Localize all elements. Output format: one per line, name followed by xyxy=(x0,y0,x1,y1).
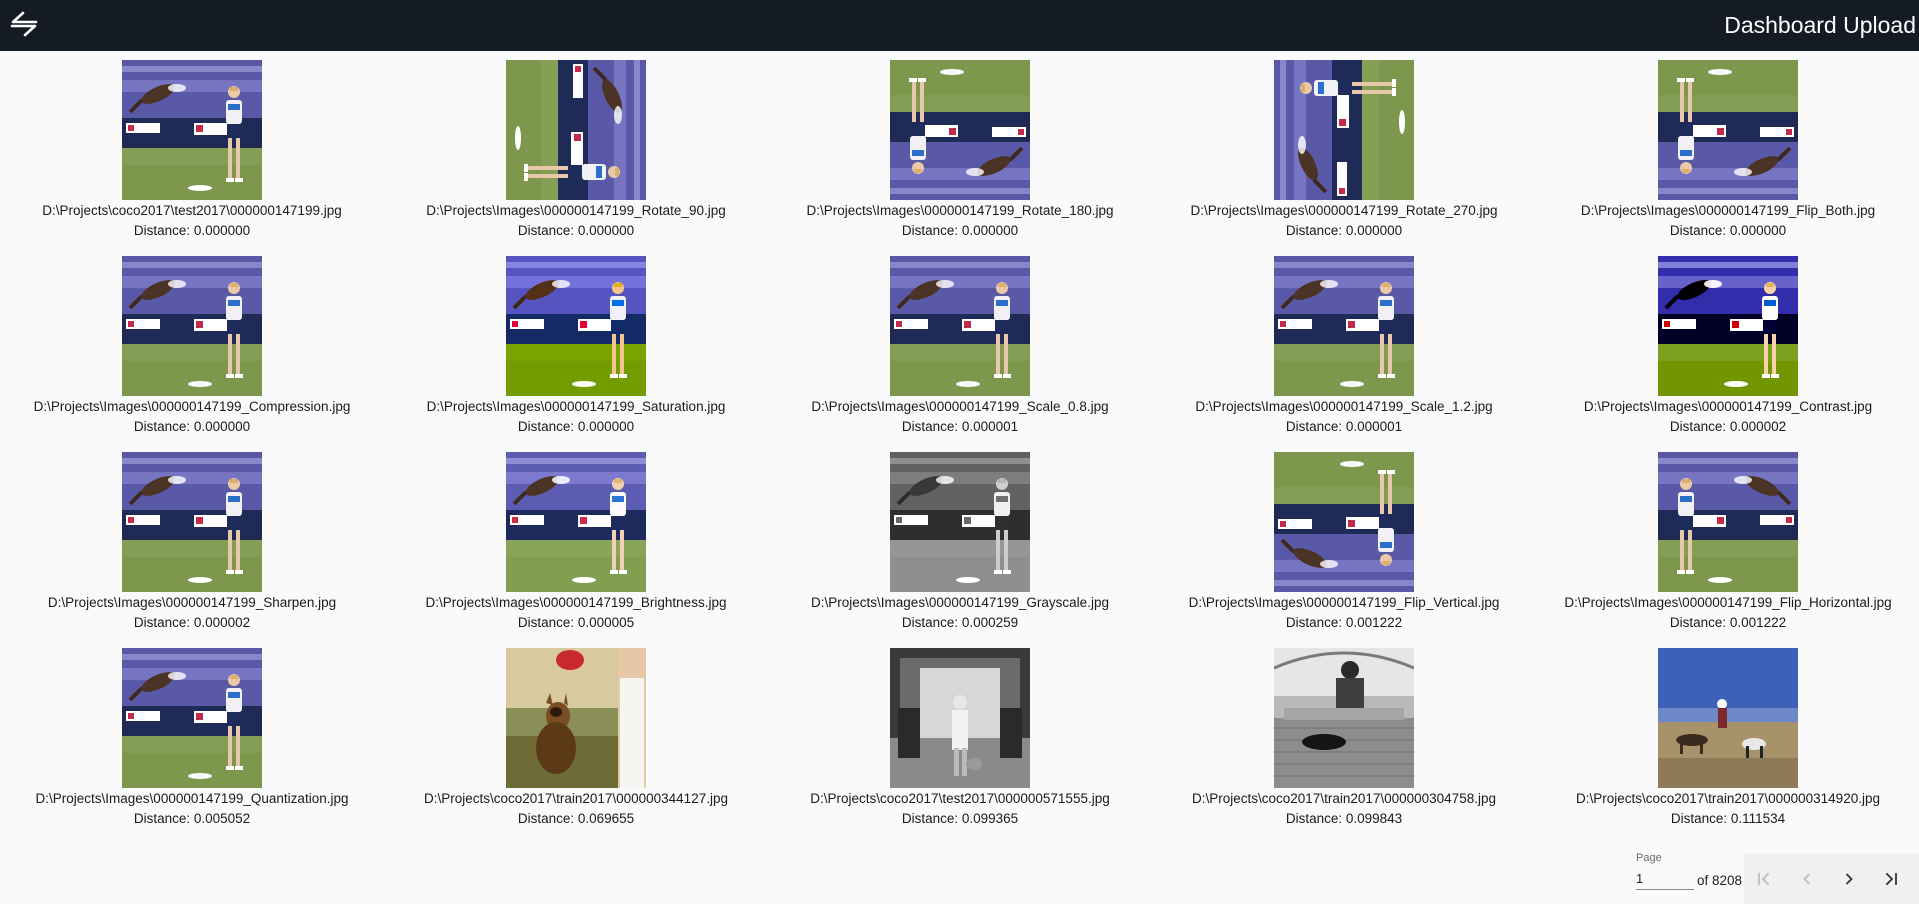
result-file-path: D:\Projects\Images\000000147199_Flip_Ver… xyxy=(1188,595,1500,610)
first-page-button[interactable] xyxy=(1751,866,1777,892)
result-card: D:\Projects\Images\000000147199_Flip_Bot… xyxy=(1536,51,1919,247)
result-distance: Distance: 0.099843 xyxy=(1285,811,1403,826)
result-distance: Distance: 0.000000 xyxy=(901,223,1019,238)
result-thumbnail[interactable] xyxy=(1274,256,1414,396)
result-file-path: D:\Projects\Images\000000147199_Quantiza… xyxy=(35,791,349,806)
result-distance: Distance: 0.000000 xyxy=(1285,223,1403,238)
result-file-path: D:\Projects\coco2017\train2017\000000314… xyxy=(1576,791,1880,806)
result-file-path: D:\Projects\coco2017\test2017\0000001471… xyxy=(42,203,342,218)
page-label: Page xyxy=(1636,852,1662,864)
result-file-path: D:\Projects\Images\000000147199_Flip_Hor… xyxy=(1564,595,1892,610)
result-thumbnail[interactable] xyxy=(890,256,1030,396)
page-number-input[interactable] xyxy=(1636,867,1694,890)
result-distance: Distance: 0.005052 xyxy=(133,811,251,826)
result-card: D:\Projects\Images\000000147199_Scale_0.… xyxy=(768,247,1152,443)
result-file-path: D:\Projects\coco2017\train2017\000000304… xyxy=(1192,791,1496,806)
result-card: D:\Projects\Images\000000147199_Scale_1.… xyxy=(1152,247,1536,443)
result-distance: Distance: 0.000000 xyxy=(517,223,635,238)
result-thumbnail[interactable] xyxy=(1658,60,1798,200)
top-bar: Dashboard Upload xyxy=(0,0,1919,51)
result-file-path: D:\Projects\coco2017\test2017\0000005715… xyxy=(810,791,1110,806)
result-distance: Distance: 0.000000 xyxy=(1669,223,1787,238)
result-thumbnail[interactable] xyxy=(890,648,1030,788)
result-file-path: D:\Projects\Images\000000147199_Saturati… xyxy=(426,399,726,414)
result-file-path: D:\Projects\Images\000000147199_Rotate_1… xyxy=(806,203,1114,218)
result-thumbnail[interactable] xyxy=(506,452,646,592)
result-distance: Distance: 0.000001 xyxy=(1285,419,1403,434)
result-file-path: D:\Projects\Images\000000147199_Grayscal… xyxy=(811,595,1109,610)
result-thumbnail[interactable] xyxy=(122,648,262,788)
result-card: D:\Projects\coco2017\test2017\0000001471… xyxy=(0,51,384,247)
result-file-path: D:\Projects\Images\000000147199_Rotate_9… xyxy=(426,203,726,218)
chevron-left-icon xyxy=(1803,873,1811,885)
paginator: Page of 8208 xyxy=(1634,848,1919,904)
result-distance: Distance: 0.000001 xyxy=(901,419,1019,434)
result-distance: Distance: 0.000000 xyxy=(517,419,635,434)
result-card: D:\Projects\coco2017\train2017\000000314… xyxy=(1536,639,1919,835)
previous-page-button[interactable] xyxy=(1794,866,1820,892)
result-distance: Distance: 0.069655 xyxy=(517,811,635,826)
last-page-button[interactable] xyxy=(1878,866,1904,892)
result-file-path: D:\Projects\coco2017\train2017\000000344… xyxy=(424,791,728,806)
result-card: D:\Projects\coco2017\train2017\000000344… xyxy=(384,639,768,835)
result-file-path: D:\Projects\Images\000000147199_Scale_0.… xyxy=(811,399,1109,414)
result-distance: Distance: 0.000005 xyxy=(517,615,635,630)
result-file-path: D:\Projects\Images\000000147199_Scale_1.… xyxy=(1195,399,1493,414)
page-nav-buttons xyxy=(1744,853,1919,904)
page-count: of 8208 xyxy=(1697,873,1743,888)
result-card: D:\Projects\coco2017\test2017\0000005715… xyxy=(768,639,1152,835)
result-distance: Distance: 0.111534 xyxy=(1670,811,1786,826)
result-card: D:\Projects\Images\000000147199_Grayscal… xyxy=(768,443,1152,639)
result-card: D:\Projects\Images\000000147199_Brightne… xyxy=(384,443,768,639)
result-thumbnail[interactable] xyxy=(1274,60,1414,200)
result-card: D:\Projects\Images\000000147199_Sharpen.… xyxy=(0,443,384,639)
result-thumbnail[interactable] xyxy=(1658,256,1798,396)
result-thumbnail[interactable] xyxy=(122,452,262,592)
result-card: D:\Projects\Images\000000147199_Contrast… xyxy=(1536,247,1919,443)
dashboard-upload-link[interactable]: Dashboard Upload xyxy=(1724,11,1916,39)
result-thumbnail[interactable] xyxy=(890,452,1030,592)
result-thumbnail[interactable] xyxy=(1274,648,1414,788)
result-thumbnail[interactable] xyxy=(122,256,262,396)
result-thumbnail[interactable] xyxy=(506,256,646,396)
result-thumbnail[interactable] xyxy=(506,648,646,788)
result-card: D:\Projects\Images\000000147199_Compress… xyxy=(0,247,384,443)
result-card: D:\Projects\Images\000000147199_Saturati… xyxy=(384,247,768,443)
result-card: D:\Projects\coco2017\train2017\000000304… xyxy=(1152,639,1536,835)
result-file-path: D:\Projects\Images\000000147199_Compress… xyxy=(33,399,351,414)
result-distance: Distance: 0.000000 xyxy=(133,419,251,434)
result-thumbnail[interactable] xyxy=(1274,452,1414,592)
result-file-path: D:\Projects\Images\000000147199_Rotate_2… xyxy=(1190,203,1498,218)
result-distance: Distance: 0.001222 xyxy=(1669,615,1787,630)
first-page-icon xyxy=(1758,872,1770,886)
result-distance: Distance: 0.099365 xyxy=(901,811,1019,826)
result-file-path: D:\Projects\Images\000000147199_Brightne… xyxy=(425,595,727,610)
result-card: D:\Projects\Images\000000147199_Rotate_1… xyxy=(768,51,1152,247)
next-page-button[interactable] xyxy=(1836,866,1862,892)
result-thumbnail[interactable] xyxy=(890,60,1030,200)
result-distance: Distance: 0.000002 xyxy=(1669,419,1787,434)
result-card: D:\Projects\Images\000000147199_Flip_Ver… xyxy=(1152,443,1536,639)
result-thumbnail[interactable] xyxy=(1658,648,1798,788)
result-distance: Distance: 0.000259 xyxy=(901,615,1019,630)
result-card: D:\Projects\Images\000000147199_Flip_Hor… xyxy=(1536,443,1919,639)
result-file-path: D:\Projects\Images\000000147199_Flip_Bot… xyxy=(1580,203,1876,218)
last-page-icon xyxy=(1885,872,1897,886)
result-file-path: D:\Projects\Images\000000147199_Contrast… xyxy=(1583,399,1873,414)
result-file-path: D:\Projects\Images\000000147199_Sharpen.… xyxy=(47,595,337,610)
result-distance: Distance: 0.000002 xyxy=(133,615,251,630)
result-card: D:\Projects\Images\000000147199_Rotate_2… xyxy=(1152,51,1536,247)
result-distance: Distance: 0.001222 xyxy=(1285,615,1403,630)
result-thumbnail[interactable] xyxy=(122,60,262,200)
result-card: D:\Projects\Images\000000147199_Quantiza… xyxy=(0,639,384,835)
swap-arrows-logo-icon[interactable] xyxy=(6,8,42,40)
result-card: D:\Projects\Images\000000147199_Rotate_9… xyxy=(384,51,768,247)
result-thumbnail[interactable] xyxy=(1658,452,1798,592)
result-thumbnail[interactable] xyxy=(506,60,646,200)
result-distance: Distance: 0.000000 xyxy=(133,223,251,238)
chevron-right-icon xyxy=(1845,873,1853,885)
